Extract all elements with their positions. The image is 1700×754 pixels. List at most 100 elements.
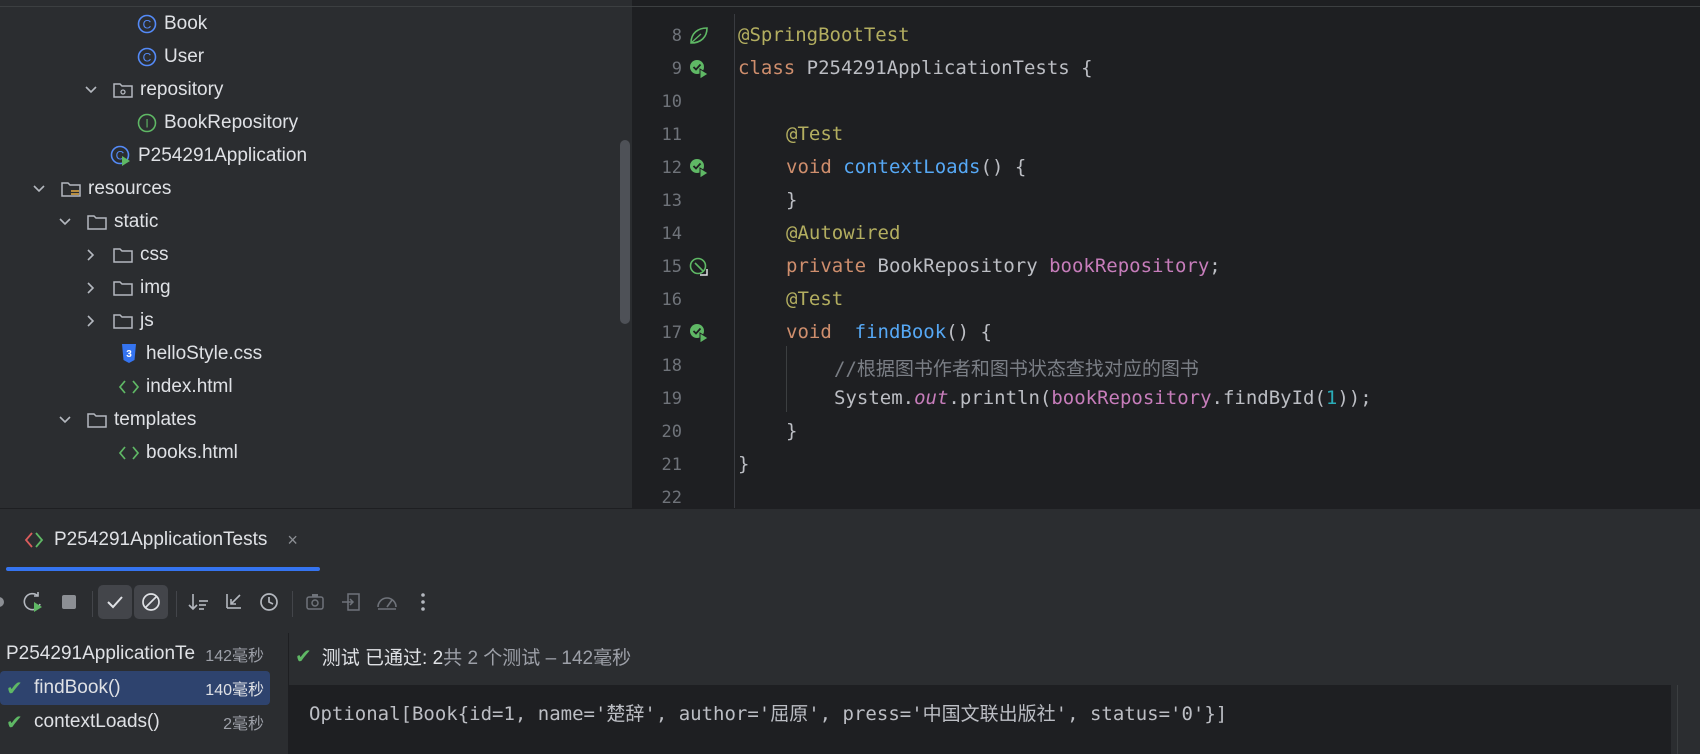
code-line-11[interactable]: @Test	[786, 123, 843, 145]
tree-item-label: BookRepository	[164, 112, 299, 133]
annotation-token: @SpringBootTest	[738, 24, 910, 46]
keyword-token: void	[786, 156, 832, 178]
run-test-passed-icon[interactable]	[688, 58, 710, 80]
editor-top-divider	[632, 6, 1700, 7]
tree-item-js[interactable]: js	[84, 305, 154, 337]
tree-item-books-html[interactable]: books.html	[118, 437, 238, 469]
folder-icon	[112, 244, 134, 266]
code-line-21[interactable]: }	[738, 453, 749, 475]
field-token: bookRepository	[1051, 387, 1212, 409]
line-number: 12	[661, 158, 682, 178]
test-name: findBook()	[34, 677, 121, 698]
line-number: 8	[671, 26, 682, 46]
console-scroll-edge	[1677, 685, 1678, 754]
chevron-down-icon[interactable]	[58, 215, 72, 229]
tree-item-label: static	[114, 211, 159, 232]
code-token: ;	[1209, 255, 1221, 277]
method-name-token: contextLoads	[843, 156, 981, 178]
keyword-token: void	[786, 321, 832, 343]
line-number: 10	[661, 92, 682, 112]
folder-icon	[112, 277, 134, 299]
console-output-line: Optional[Book{id=1, name='楚辞', author='屈…	[309, 703, 1228, 725]
tree-item-label: Book	[164, 13, 208, 34]
code-line-20[interactable]: }	[786, 420, 797, 442]
console-output[interactable]: Optional[Book{id=1, name='楚辞', author='屈…	[289, 685, 1671, 754]
close-icon[interactable]: ×	[287, 530, 298, 551]
tree-item-css[interactable]: css	[84, 239, 169, 271]
line-number: 22	[661, 488, 682, 508]
comment-token: //根据图书作者和图书状态查找对应的图书	[834, 358, 1199, 380]
chevron-right-icon[interactable]	[84, 314, 98, 328]
method-name-token: findBook	[854, 321, 947, 343]
code-line-14[interactable]: @Autowired	[786, 222, 900, 244]
tree-item-repository[interactable]: repository	[84, 74, 223, 106]
chevron-down-icon[interactable]	[32, 182, 46, 196]
code-line-8[interactable]: @SpringBootTest	[738, 24, 910, 46]
chevron-right-icon[interactable]	[84, 248, 98, 262]
chevron-right-icon[interactable]	[84, 281, 98, 295]
line-number: 18	[661, 356, 682, 376]
run-test-passed-icon[interactable]	[688, 322, 710, 344]
tree-item-book[interactable]: C Book	[136, 8, 207, 40]
rerun-failed-icon[interactable]	[16, 585, 50, 619]
line-number: 9	[671, 59, 682, 79]
test-row-findbook[interactable]: ✔ findBook() 140毫秒	[0, 671, 270, 705]
annotation-token: @Test	[786, 288, 844, 310]
chevron-down-icon[interactable]	[84, 83, 98, 97]
collapse-icon[interactable]	[216, 585, 250, 619]
test-suite-row[interactable]: P254291ApplicationTe 142毫秒	[0, 637, 270, 671]
number-token: 1	[1325, 387, 1338, 409]
show-passed-icon[interactable]	[98, 585, 132, 619]
active-tab-indicator	[6, 567, 320, 571]
line-number: 16	[661, 290, 682, 310]
stop-icon[interactable]	[52, 585, 86, 619]
screenshot-icon[interactable]	[298, 585, 332, 619]
test-row-contextloads[interactable]: ✔ contextLoads() 2毫秒	[0, 705, 270, 739]
sort-icon[interactable]	[182, 585, 216, 619]
code-line-18[interactable]: //根据图书作者和图书状态查找对应的图书	[834, 354, 1199, 381]
show-ignored-icon[interactable]	[134, 585, 168, 619]
line-number: 13	[661, 191, 682, 211]
chevron-down-icon[interactable]	[58, 413, 72, 427]
history-icon[interactable]	[252, 585, 286, 619]
tree-item-templates[interactable]: templates	[58, 404, 196, 436]
tree-item-img[interactable]: img	[84, 272, 171, 304]
run-test-passed-icon[interactable]	[688, 157, 710, 179]
code-line-9[interactable]: class P254291ApplicationTests {	[738, 57, 1093, 79]
tests-passed-text: 测试 已通过: 2	[321, 647, 444, 669]
import-icon[interactable]	[334, 585, 368, 619]
passed-check-icon: ✔	[6, 677, 23, 700]
code-editor[interactable]: 8 9 10 11 12 13 14 15 16 17 18 19 20 21 …	[632, 0, 1700, 508]
spring-leaf-icon[interactable]	[688, 25, 710, 47]
code-line-12[interactable]: void contextLoads() {	[786, 156, 1026, 178]
tree-scrollbar[interactable]	[620, 140, 630, 324]
tree-item-index-html[interactable]: index.html	[118, 371, 233, 403]
code-line-16[interactable]: @Test	[786, 288, 843, 310]
tree-item-resources[interactable]: resources	[32, 173, 171, 205]
tree-item-label: helloStyle.css	[146, 343, 263, 364]
tree-item-label: books.html	[146, 442, 238, 463]
tree-item-hellostyle-css[interactable]: 3 helloStyle.css	[118, 338, 262, 370]
tab-run-configuration[interactable]: P254291ApplicationTests ×	[0, 509, 320, 571]
tree-item-label: css	[140, 244, 169, 265]
line-number: 11	[661, 125, 682, 145]
tree-item-label: js	[140, 310, 154, 331]
run-tool-window: P254291ApplicationTests × P254291Applica…	[0, 508, 1700, 754]
code-line-17[interactable]: void findBook() {	[786, 321, 992, 343]
html-file-icon	[118, 376, 140, 398]
keyword-token: class	[738, 57, 796, 79]
rerun-icon[interactable]	[0, 585, 16, 619]
more-icon[interactable]	[406, 585, 440, 619]
tree-item-p254291application[interactable]: C P254291Application	[110, 140, 307, 172]
code-line-15[interactable]: private BookRepository bookRepository;	[786, 255, 1221, 277]
autowired-navigate-icon[interactable]	[688, 256, 710, 278]
tree-item-user[interactable]: C User	[136, 41, 204, 73]
code-line-19[interactable]: System.out.println(bookRepository.findBy…	[834, 387, 1372, 409]
coverage-icon[interactable]	[370, 585, 404, 619]
tree-item-static[interactable]: static	[58, 206, 158, 238]
keyword-token: private	[786, 255, 867, 277]
code-line-13[interactable]: }	[786, 189, 797, 211]
spring-app-class-icon: C	[110, 145, 132, 167]
tree-item-bookrepository[interactable]: I BookRepository	[136, 107, 298, 139]
passed-check-icon: ✔	[6, 711, 23, 734]
